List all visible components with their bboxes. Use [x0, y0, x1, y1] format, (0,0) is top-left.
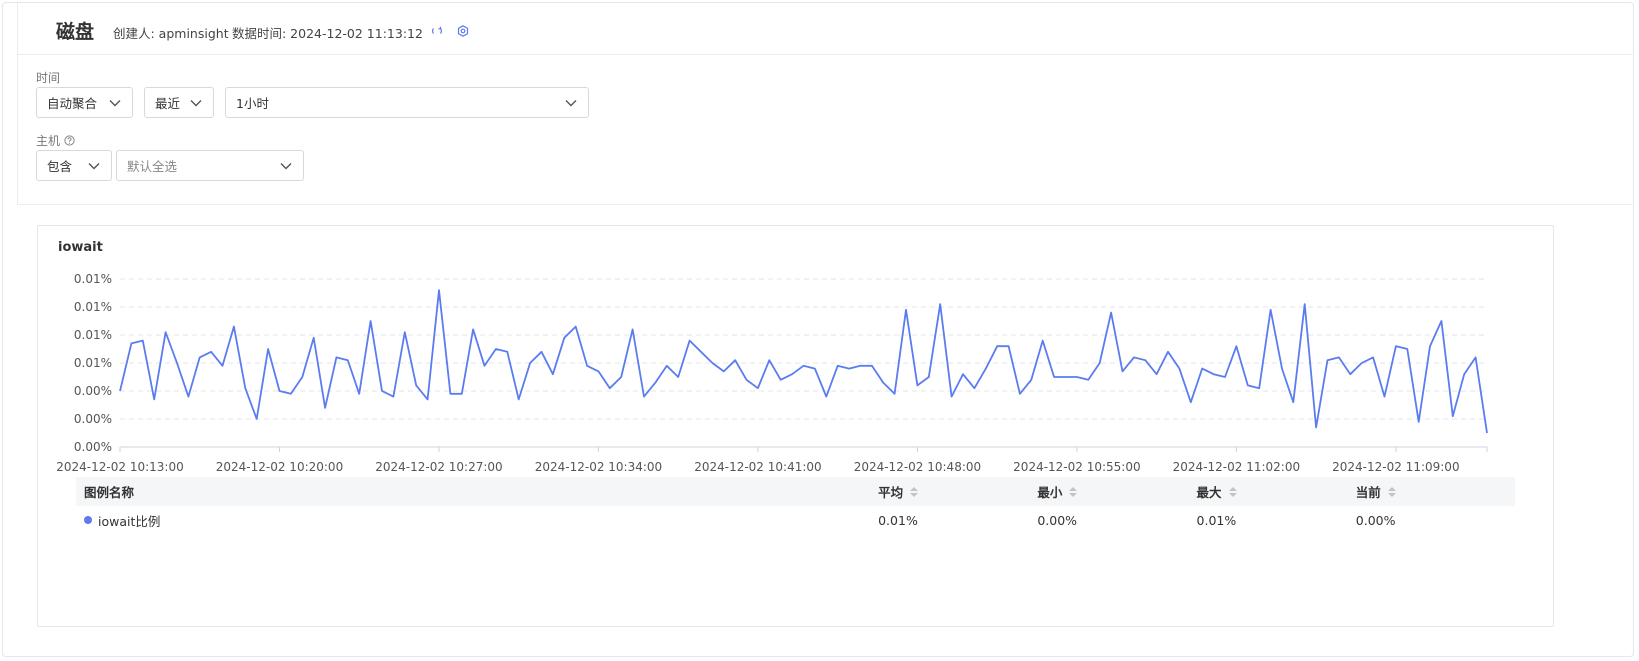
sort-icon[interactable] — [1387, 486, 1396, 497]
max-value: 0.01% — [1196, 512, 1237, 528]
data-time-text: 数据时间: 2024-12-02 11:13:12 — [232, 26, 423, 41]
series-name: iowait比例 — [98, 513, 161, 529]
y-tick-label: 0.00% — [74, 412, 112, 426]
x-tick-label: 2024-12-02 11:09:00 — [1332, 460, 1459, 474]
avg-value: 0.01% — [878, 512, 918, 528]
iowait-line-chart[interactable]: 0.00% 0.00% 0.00% 0.01% 0.01% 0.01% 0.01% 2024-… — [38, 226, 1555, 476]
chevron-down-icon — [279, 159, 293, 173]
page-header: 磁盘 创建人: apminsight 数据时间: 2024-12-02 11:1… — [17, 3, 1634, 55]
chevron-down-icon — [108, 96, 122, 110]
aggregation-select[interactable]: 自动聚合 — [36, 87, 133, 118]
y-tick-label: 0.00% — [74, 440, 112, 454]
x-tick-label: 2024-12-02 10:27:00 — [375, 460, 502, 474]
chevron-down-icon — [87, 159, 101, 173]
y-tick-label: 0.01% — [74, 272, 112, 286]
filter-panel: 时间 自动聚合 最近 1小时 主机 包含 默认全选 — [17, 55, 1634, 205]
time-filter-label: 时间 — [36, 71, 61, 85]
x-tick-label: 2024-12-02 10:34:00 — [535, 460, 662, 474]
host-mode-select[interactable]: 包含 — [36, 150, 112, 181]
current-value: 0.00% — [1355, 512, 1396, 528]
y-tick-label: 0.01% — [74, 328, 112, 342]
series-line-iowait — [119, 289, 1488, 434]
table-row[interactable]: iowait比例 0.01% 0.00% 0.01% 0.00% — [76, 506, 1515, 534]
y-tick-label: 0.00% — [74, 384, 112, 398]
legend-table: 图例名称 平均 最小 最大 当前 iowait比例 0.01% 0.00% 0.… — [76, 477, 1515, 534]
range-mode-select[interactable]: 最近 — [144, 87, 214, 118]
legend-table-header: 图例名称 平均 最小 最大 当前 — [76, 477, 1515, 506]
x-tick-label: 2024-12-02 10:13:00 — [56, 460, 183, 474]
settings-icon[interactable] — [456, 24, 470, 38]
y-tick-label: 0.01% — [74, 356, 112, 370]
y-tick-label: 0.01% — [74, 300, 112, 314]
chart-card: iowait 0.00% 0.00% 0.00% 0.01% 0.01% 0.01% 0.0… — [37, 225, 1554, 627]
sort-icon[interactable] — [1228, 486, 1237, 497]
x-tick-label: 2024-12-02 10:55:00 — [1013, 460, 1140, 474]
range-value-select[interactable]: 1小时 — [225, 87, 589, 118]
header-min[interactable]: 最小 — [1037, 482, 1196, 501]
page-title: 磁盘 — [56, 21, 95, 43]
header-avg[interactable]: 平均 — [878, 482, 1037, 501]
min-value: 0.00% — [1037, 512, 1078, 528]
x-tick-label: 2024-12-02 10:41:00 — [694, 460, 821, 474]
creator-text: 创建人: apminsight — [113, 26, 229, 41]
x-tick-label: 2024-12-02 10:48:00 — [854, 460, 981, 474]
host-select[interactable]: 默认全选 — [116, 150, 304, 181]
x-tick-label: 2024-12-02 10:20:00 — [216, 460, 343, 474]
chevron-down-icon — [189, 96, 203, 110]
sort-icon[interactable] — [910, 486, 919, 497]
refresh-icon[interactable] — [430, 24, 444, 38]
header-current[interactable]: 当前 — [1356, 482, 1515, 501]
header-max[interactable]: 最大 — [1197, 482, 1356, 501]
chevron-down-icon — [564, 96, 578, 110]
x-tick-label: 2024-12-02 11:02:00 — [1173, 460, 1300, 474]
header-name: 图例名称 — [84, 485, 135, 500]
help-icon[interactable] — [64, 135, 75, 146]
host-filter-label: 主机 — [36, 132, 75, 149]
series-color-dot — [84, 516, 92, 524]
sort-icon[interactable] — [1069, 486, 1078, 497]
